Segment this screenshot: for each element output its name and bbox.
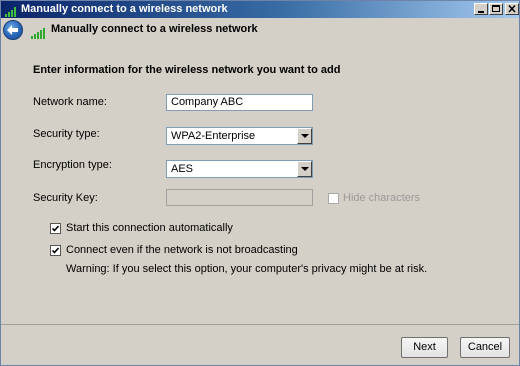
- maximize-button[interactable]: [489, 3, 503, 15]
- encryption-type-select[interactable]: AES: [166, 160, 313, 178]
- chevron-down-icon: [301, 167, 309, 171]
- next-button[interactable]: Next: [401, 337, 448, 358]
- chevron-down-icon: [301, 134, 309, 138]
- network-name-label: Network name:: [33, 96, 107, 108]
- title-bar[interactable]: Manually connect to a wireless network: [1, 1, 519, 18]
- window-title: Manually connect to a wireless network: [21, 3, 228, 15]
- dialog-content: Enter information for the wireless netwo…: [1, 42, 519, 324]
- maximize-icon: [492, 5, 500, 12]
- close-icon: [508, 4, 516, 13]
- encryption-type-label: Encryption type:: [33, 159, 112, 171]
- connect-not-broadcasting-checkbox[interactable]: [50, 245, 61, 256]
- dialog-footer: Next Cancel: [1, 324, 519, 365]
- privacy-warning-text: Warning: If you select this option, your…: [66, 263, 428, 275]
- encryption-type-value: AES: [171, 163, 194, 175]
- checkmark-icon: [51, 247, 60, 254]
- hide-characters-label: Hide characters: [343, 192, 421, 204]
- security-key-input[interactable]: [166, 189, 313, 206]
- wireless-dialog-window: Manually connect to a wireless network M…: [0, 0, 520, 366]
- wireless-signal-icon: [31, 24, 46, 39]
- security-type-select[interactable]: WPA2-Enterprise: [166, 127, 313, 145]
- back-arrow-icon: [7, 25, 18, 35]
- network-name-input[interactable]: Company ABC: [166, 94, 313, 111]
- checkmark-icon: [51, 225, 60, 232]
- hide-characters-checkbox[interactable]: [328, 193, 339, 204]
- start-automatically-label: Start this connection automatically: [66, 222, 233, 234]
- back-button[interactable]: [3, 20, 23, 40]
- dialog-header: Manually connect to a wireless network: [1, 18, 519, 42]
- security-type-label: Security type:: [33, 128, 100, 140]
- form-heading: Enter information for the wireless netwo…: [33, 64, 341, 76]
- wireless-signal-icon: [4, 3, 18, 17]
- cancel-button[interactable]: Cancel: [460, 337, 510, 358]
- page-title: Manually connect to a wireless network: [51, 23, 258, 35]
- security-type-value: WPA2-Enterprise: [171, 130, 256, 142]
- minimize-icon: [478, 11, 484, 13]
- close-button[interactable]: [505, 3, 519, 15]
- security-key-label: Security Key:: [33, 192, 98, 204]
- minimize-button[interactable]: [474, 3, 488, 15]
- start-automatically-checkbox[interactable]: [50, 223, 61, 234]
- connect-not-broadcasting-label: Connect even if the network is not broad…: [66, 244, 298, 256]
- security-type-dropdown-button[interactable]: [297, 128, 312, 144]
- encryption-type-dropdown-button[interactable]: [297, 161, 312, 177]
